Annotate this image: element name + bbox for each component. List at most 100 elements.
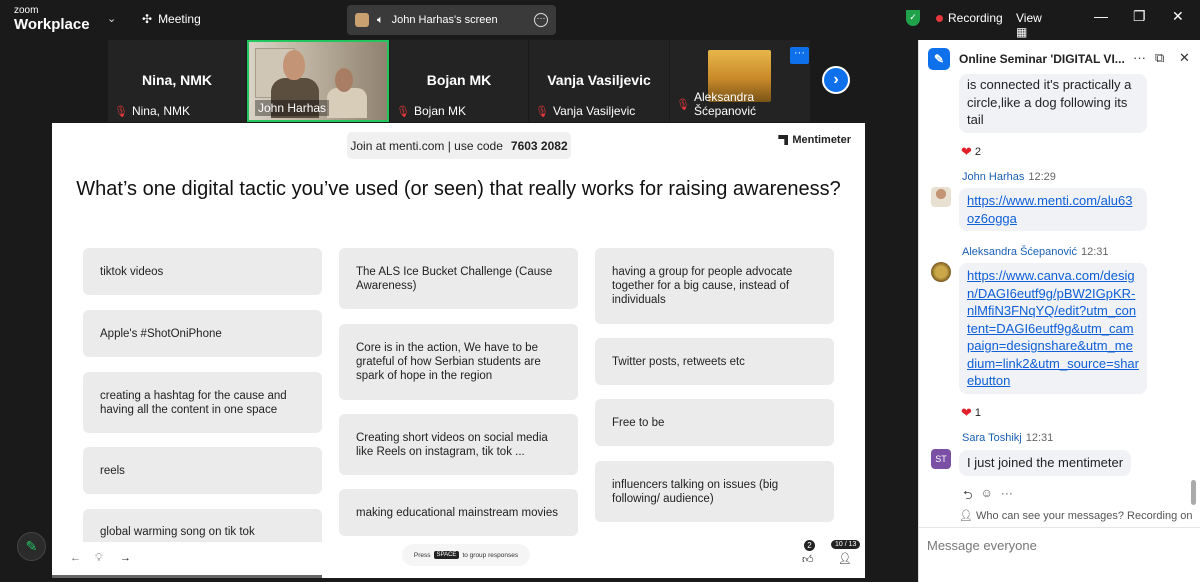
privacy-notice[interactable]: 👤︎ Who can see your messages? Recording … [959, 509, 1192, 522]
reaction-count-badge: 2 [804, 540, 815, 551]
lightbulb-icon[interactable]: 💡︎ [95, 552, 103, 565]
response-card: Free to be [595, 399, 834, 446]
chat-icon: ✎ [928, 48, 950, 70]
brand-small-text: zoom [14, 5, 39, 16]
space-key: SPACE [433, 551, 460, 559]
group-responses-hint[interactable]: Press SPACE to group responses [402, 544, 530, 566]
more-options-icon[interactable]: ··· [534, 13, 548, 27]
message-time: 12:29 [1028, 171, 1056, 183]
chevron-down-icon[interactable]: ⌄ [107, 12, 116, 25]
horizontal-scrollbar[interactable] [52, 575, 322, 578]
forward-arrow-icon[interactable]: → [120, 552, 131, 564]
view-button[interactable]: View ▦ [1016, 11, 1042, 39]
recording-indicator[interactable]: Recording [936, 11, 1003, 25]
speaker-icon: 🔈︎ [377, 13, 384, 26]
screen-share-indicator[interactable]: 🔈︎ John Harhas's screen ··· [347, 5, 556, 35]
participant-tile-video[interactable]: John Harhas [247, 40, 389, 122]
chat-options-icon[interactable]: ··· [1133, 50, 1146, 65]
reaction-count: 2 [974, 146, 982, 158]
meeting-menu[interactable]: ✣ Meeting [142, 12, 201, 26]
participant-strip: Nina, NMK 🎙︎ Nina, NMK John Harhas Bojan … [0, 40, 918, 122]
join-text: Join at menti.com | use code [350, 138, 503, 153]
next-page-arrow-icon[interactable]: › [822, 66, 850, 94]
heart-icon: ❤ [961, 405, 972, 420]
message-sender: John Harhas 12:29 [962, 171, 1056, 183]
presenter-avatar [355, 13, 369, 27]
hint-text: to group responses [462, 551, 519, 559]
message-time: 12:31 [1025, 432, 1054, 444]
mentimeter-brand: Mentimeter [792, 134, 851, 146]
question-title: What’s one digital tactic you’ve used (o… [76, 178, 841, 200]
shield-icon[interactable]: ✓ [906, 10, 920, 26]
slide-pager: 10 / 13 [831, 540, 861, 549]
mic-muted-icon: 🎙︎ [114, 105, 128, 118]
participant-label: Nina, NMK [131, 104, 190, 118]
participant-tile[interactable]: 🎙︎ Aleksandra Šćepanović [670, 40, 810, 122]
restore-icon[interactable]: ❐ [1133, 8, 1146, 25]
chat-message-bubble: I just joined the mentimeter [959, 450, 1132, 476]
response-card: The ALS Ice Bucket Challenge (Cause Awar… [339, 248, 578, 309]
response-card: having a group for people advocate toget… [595, 248, 834, 324]
mic-muted-icon: 🎙︎ [676, 98, 690, 111]
message-time: 12:31 [1080, 246, 1109, 258]
zoom-logo[interactable]: zoom Workplace [14, 5, 90, 33]
participant-tile[interactable]: Bojan MK 🎙︎ Bojan MK [390, 40, 528, 122]
popout-icon[interactable]: ⧉ [1155, 50, 1164, 66]
heart-icon: ❤ [961, 144, 972, 159]
sender-name: Aleksandra Šćepanović [962, 246, 1077, 258]
avatar [931, 262, 951, 282]
more-actions-icon[interactable]: ··· [1001, 486, 1013, 507]
reaction-count: 1 [974, 407, 982, 419]
minimize-icon[interactable]: — [1094, 8, 1108, 24]
avatar [931, 187, 951, 207]
participant-label: John Harhas [258, 101, 327, 115]
press-text: Press [413, 551, 431, 559]
response-card: making educational mainstream movies [339, 489, 578, 536]
message-actions: ⮌ ☺ ··· [963, 486, 1013, 507]
reply-icon[interactable]: ⮌ [963, 486, 973, 507]
response-card: tiktok videos [83, 248, 322, 295]
back-arrow-icon[interactable]: ← [70, 552, 81, 564]
chat-scrollbar[interactable] [1191, 480, 1196, 505]
top-bar: zoom Workplace ⌄ ✣ Meeting 🔈︎ John Harha… [0, 0, 1184, 40]
message-link[interactable]: https://www.menti.com/alu63oz6ogga [967, 193, 1132, 226]
chat-title: Online Seminar 'DIGITAL VI... [959, 52, 1125, 66]
message-link[interactable]: https://www.canva.com/design/DAGI6eutf9g… [967, 268, 1139, 388]
recording-label: Recording [948, 11, 1003, 25]
brand-large-text: Workplace [14, 16, 90, 33]
close-icon[interactable]: ✕ [1172, 8, 1184, 25]
participant-label: Bojan MK [413, 104, 466, 118]
people-lock-icon: 👤︎ [959, 510, 973, 522]
divider [919, 527, 1200, 528]
mentimeter-logo: Mentimeter [778, 134, 851, 146]
close-chat-icon[interactable]: ✕ [1179, 50, 1190, 66]
sender-name: Sara Toshikj [962, 432, 1022, 444]
emoji-reaction-icon[interactable]: ☺ [981, 486, 993, 507]
mic-muted-icon: 🎙︎ [396, 105, 410, 118]
participant-tile[interactable]: Vanja Vasiljevic 🎙︎ Vanja Vasiljevic [529, 40, 669, 122]
message-sender: Aleksandra Šćepanović 12:31 [962, 246, 1109, 258]
response-card: Creating short videos on social media li… [339, 414, 578, 475]
join-code: 7603 2082 [510, 138, 568, 153]
chat-message-bubble: https://www.menti.com/alu63oz6ogga [959, 188, 1147, 231]
reaction-badge[interactable]: ❤ 1 [961, 405, 981, 421]
shared-screen: Join at menti.com | use code 7603 2082 M… [52, 123, 865, 578]
chat-panel: ✎ Online Seminar 'DIGITAL VI... ··· ⧉ ✕ … [918, 40, 1200, 582]
mentimeter-icon [778, 135, 789, 145]
avatar: ST [931, 449, 951, 469]
participant-name: Bojan MK [426, 72, 492, 88]
thumbs-up-icon[interactable]: 👍︎ [802, 553, 814, 566]
join-code-banner: Join at menti.com | use code 7603 2082 [347, 132, 571, 159]
participant-tile[interactable]: Nina, NMK 🎙︎ Nina, NMK [108, 40, 246, 122]
response-card: Twitter posts, retweets etc [595, 338, 834, 385]
message-input[interactable] [927, 534, 1191, 556]
response-card: Apple's #ShotOniPhone [83, 310, 322, 357]
message-sender: Sara Toshikj 12:31 [962, 432, 1053, 444]
reaction-badge[interactable]: ❤ 2 [961, 144, 981, 160]
screen-share-label: John Harhas's screen [391, 14, 498, 26]
participant-name: Vanja Vasiljevic [547, 72, 651, 88]
annotate-pencil-icon[interactable]: ✎ [17, 532, 46, 561]
person-icon[interactable]: 👤︎ [838, 552, 852, 565]
privacy-text: Who can see your messages? Recording on [976, 510, 1193, 522]
tile-options-icon[interactable]: ··· [790, 47, 809, 64]
